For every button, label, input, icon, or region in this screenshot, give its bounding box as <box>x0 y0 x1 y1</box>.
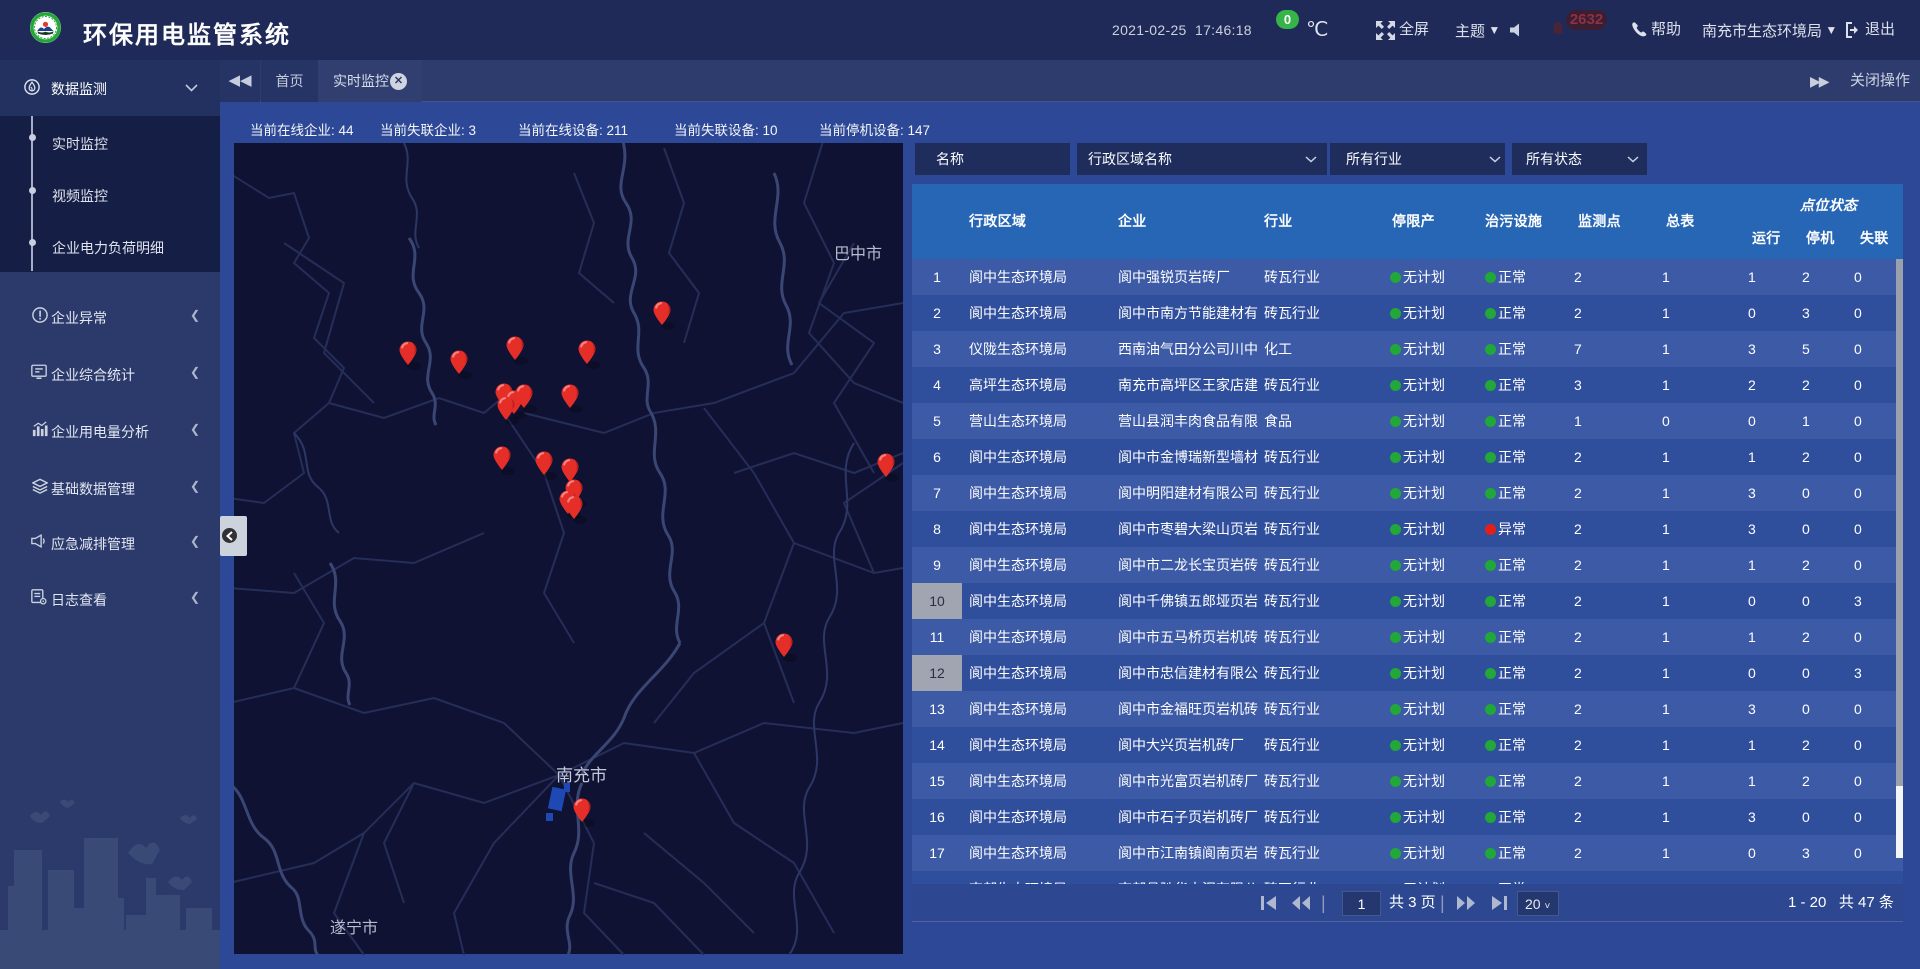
svg-text:南充市: 南充市 <box>556 766 607 785</box>
svg-text:遂宁市: 遂宁市 <box>330 919 378 937</box>
svg-text:巴中市: 巴中市 <box>834 245 882 263</box>
